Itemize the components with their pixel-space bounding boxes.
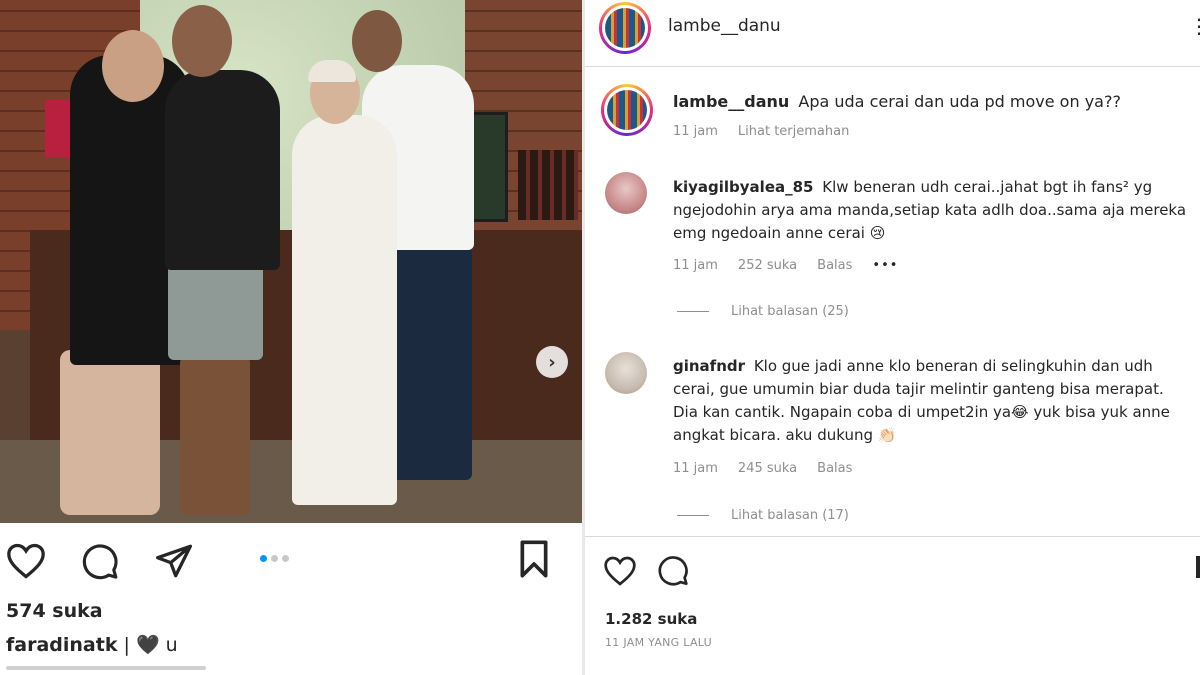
comment-body: ginafndr Klo gue jadi anne klo beneran d…	[673, 355, 1193, 447]
detail-like-count[interactable]: 1.282 suka	[605, 610, 697, 628]
carousel-dot	[260, 555, 267, 562]
caption-avatar[interactable]	[601, 84, 653, 136]
comment-likes[interactable]: 252 suka	[738, 258, 797, 273]
view-replies-button[interactable]: Lihat balasan (25)	[677, 304, 849, 319]
heart-icon[interactable]	[6, 543, 46, 579]
comments-panel: lambe__danu ⋮ lambe__danu Apa uda cerai …	[585, 0, 1200, 675]
photo-person-3	[292, 115, 397, 505]
caption-time[interactable]: 11 jam	[673, 124, 718, 139]
replies-line	[677, 311, 709, 312]
photo-person-2	[165, 70, 280, 270]
comment-username[interactable]: ginafndr	[673, 357, 745, 375]
replies-line	[677, 515, 709, 516]
chevron-right-icon: ›	[548, 351, 556, 373]
carousel-indicator	[260, 555, 289, 562]
detail-actions-bar	[585, 540, 1200, 600]
comment-body: kiyagilbyalea_85 Klw beneran udh cerai..…	[673, 176, 1193, 245]
post-photo: ›	[0, 0, 582, 523]
photo-person-3-cap	[308, 60, 356, 82]
photo-person-4-head	[352, 10, 402, 72]
comment-more-icon[interactable]: •••	[872, 258, 898, 273]
more-icon[interactable]: ⋮	[1189, 14, 1200, 38]
heart-icon[interactable]	[603, 556, 637, 586]
comment-time[interactable]: 11 jam	[673, 258, 718, 273]
photo-wine-bottles	[518, 150, 578, 220]
header-divider	[585, 66, 1200, 67]
carousel-dot	[282, 555, 289, 562]
profile-avatar-image	[605, 8, 645, 48]
reply-button[interactable]: Balas	[817, 258, 852, 273]
view-replies-button[interactable]: Lihat balasan (17)	[677, 508, 849, 523]
photo-person-2-head	[172, 5, 232, 77]
header-avatar[interactable]	[599, 2, 651, 54]
comment-time[interactable]: 11 jam	[673, 461, 718, 476]
paper-plane-icon[interactable]	[154, 543, 194, 579]
actions-divider	[585, 536, 1200, 537]
post-timestamp: 11 JAM YANG LALU	[605, 636, 713, 649]
comment-meta: 11 jam 252 suka Balas •••	[673, 258, 898, 273]
comment-text: Klo gue jadi anne klo beneran di selingk…	[673, 357, 1170, 444]
post-caption: faradinatk | 🖤 u	[6, 633, 178, 656]
photo-person-1-head	[102, 30, 164, 102]
comment-icon[interactable]	[80, 543, 120, 581]
header-username[interactable]: lambe__danu	[668, 16, 781, 36]
reply-button[interactable]: Balas	[817, 461, 852, 476]
photo-person-1-legs	[60, 350, 160, 515]
caption-meta: 11 jam Lihat terjemahan	[673, 124, 849, 139]
caption-comment-text: Apa uda cerai dan uda pd move on ya??	[798, 92, 1121, 111]
carousel-next-button[interactable]: ›	[536, 346, 568, 378]
translate-link[interactable]: Lihat terjemahan	[738, 124, 849, 139]
photo-picture-frame	[470, 112, 508, 222]
caption-tail: u	[159, 634, 178, 656]
post-like-count[interactable]: 574 suka	[6, 600, 103, 622]
caption-comment: lambe__danu Apa uda cerai dan uda pd mov…	[673, 90, 1193, 113]
view-replies-label: Lihat balasan (17)	[731, 508, 849, 523]
comment-avatar[interactable]	[605, 352, 647, 394]
caption-comment-username[interactable]: lambe__danu	[673, 92, 789, 111]
profile-avatar-image	[607, 90, 647, 130]
caption-username[interactable]: faradinatk	[6, 634, 117, 656]
bookmark-edge-icon[interactable]	[1196, 556, 1200, 578]
comment-username[interactable]: kiyagilbyalea_85	[673, 178, 814, 196]
view-replies-label: Lihat balasan (25)	[731, 304, 849, 319]
photo-person-2-legs	[180, 355, 250, 515]
carousel-dot	[271, 555, 278, 562]
comment-avatar[interactable]	[605, 172, 647, 214]
comment-icon[interactable]	[657, 555, 689, 587]
comment-meta: 11 jam 245 suka Balas	[673, 461, 852, 476]
comment-likes[interactable]: 245 suka	[738, 461, 797, 476]
caption-heart-emoji: 🖤	[135, 634, 160, 656]
bookmark-icon[interactable]	[516, 539, 552, 579]
post-panel: › 574 suka faradinatk | 🖤 u	[0, 0, 582, 675]
truncated-text-line	[6, 666, 206, 670]
photo-person-2-shorts	[168, 255, 263, 360]
caption-separator: |	[117, 634, 136, 656]
post-actions-bar	[0, 523, 582, 593]
